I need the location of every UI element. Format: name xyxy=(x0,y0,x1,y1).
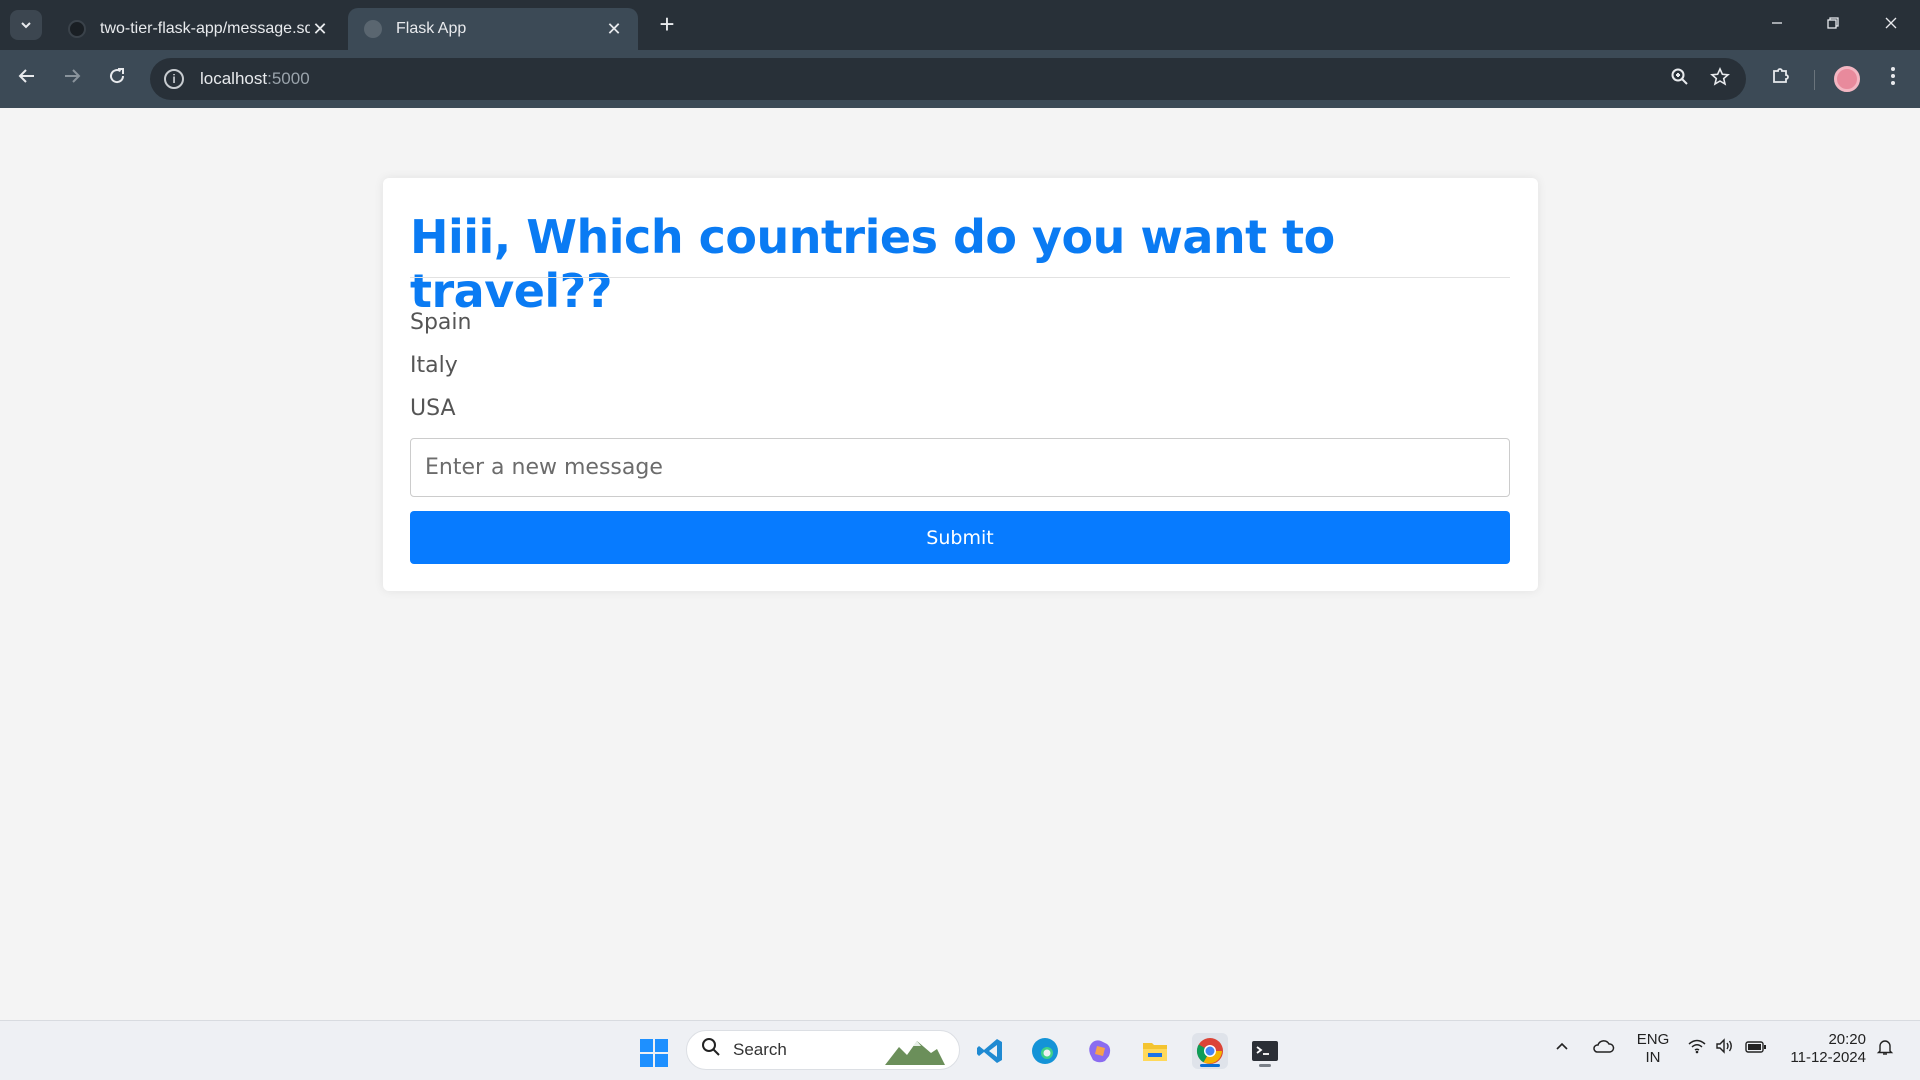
language-label: ENG xyxy=(1636,1031,1670,1048)
mountain-icon xyxy=(885,1041,945,1065)
list-item: Italy xyxy=(410,353,458,378)
close-icon[interactable]: ✕ xyxy=(604,19,624,40)
toolbar-divider xyxy=(1814,70,1815,90)
running-indicator xyxy=(1200,1064,1220,1067)
submit-button[interactable]: Submit xyxy=(410,511,1510,564)
new-message-input[interactable] xyxy=(410,438,1510,497)
profile-avatar[interactable] xyxy=(1834,66,1860,92)
tab-search-button[interactable] xyxy=(10,10,42,40)
more-menu-icon[interactable] xyxy=(1876,62,1910,96)
search-label: Search xyxy=(733,1040,787,1059)
page-title: Hiii, Which countries do you want to tra… xyxy=(410,210,1335,318)
windows-taskbar: Search ENG IN 20:20 11-12-2024 xyxy=(0,1020,1920,1080)
clock[interactable]: 20:20 11-12-2024 xyxy=(1780,1031,1866,1067)
list-item: Spain xyxy=(410,310,472,335)
file-explorer-icon[interactable] xyxy=(1137,1033,1173,1069)
tab-strip: two-tier-flask-app/message.sql ✕ Flask A… xyxy=(0,0,1920,50)
chevron-down-icon xyxy=(21,22,31,29)
close-icon[interactable]: ✕ xyxy=(310,19,330,40)
address-bar[interactable]: i localhost:5000 xyxy=(150,58,1746,100)
github-icon xyxy=(68,20,86,38)
tab-github-message-sql[interactable]: two-tier-flask-app/message.sql ✕ xyxy=(52,8,344,50)
globe-icon xyxy=(364,20,382,38)
message-card: Hiii, Which countries do you want to tra… xyxy=(383,178,1538,591)
clock-time: 20:20 xyxy=(1828,1031,1866,1048)
bookmark-star-icon[interactable] xyxy=(1708,67,1732,91)
window-close-icon[interactable] xyxy=(1868,8,1914,40)
tab-title: Flask App xyxy=(396,20,467,37)
arrow-right-icon xyxy=(65,69,81,83)
zoom-icon[interactable] xyxy=(1668,67,1692,91)
running-indicator xyxy=(1259,1064,1271,1067)
extensions-icon[interactable] xyxy=(1764,62,1798,96)
info-icon[interactable]: i xyxy=(164,69,184,89)
arrow-left-icon xyxy=(18,69,34,83)
volume-icon[interactable] xyxy=(1714,1038,1736,1059)
list-item: USA xyxy=(410,396,456,421)
region-label: IN xyxy=(1645,1049,1661,1066)
vscode-icon[interactable] xyxy=(972,1033,1008,1069)
tab-flask-app[interactable]: Flask App ✕ xyxy=(348,8,638,50)
onedrive-cloud-icon[interactable] xyxy=(1590,1038,1616,1059)
edge-icon[interactable] xyxy=(1027,1033,1063,1069)
reload-button[interactable] xyxy=(100,62,134,96)
forward-button[interactable] xyxy=(55,62,89,96)
notification-bell-icon[interactable] xyxy=(1874,1038,1896,1061)
back-button[interactable] xyxy=(10,62,44,96)
new-tab-button[interactable]: + xyxy=(652,10,682,40)
terminal-icon[interactable] xyxy=(1247,1033,1283,1069)
search-icon xyxy=(701,1037,721,1063)
clock-date: 11-12-2024 xyxy=(1790,1049,1866,1066)
chrome-icon[interactable] xyxy=(1192,1033,1228,1069)
url-text[interactable]: localhost:5000 xyxy=(200,69,310,89)
battery-icon[interactable] xyxy=(1744,1038,1768,1059)
tab-title: two-tier-flask-app/message.sql xyxy=(100,20,310,37)
browser-toolbar: i localhost:5000 xyxy=(0,50,1920,108)
minimize-icon[interactable] xyxy=(1754,8,1800,40)
chevron-up-icon[interactable] xyxy=(1552,1038,1572,1059)
reload-icon xyxy=(110,68,125,84)
restore-icon[interactable] xyxy=(1810,8,1856,40)
taskbar-search[interactable]: Search xyxy=(686,1030,960,1070)
heading-divider xyxy=(410,277,1510,278)
copilot-icon[interactable] xyxy=(1082,1033,1118,1069)
language-indicator[interactable]: ENG IN xyxy=(1636,1031,1670,1067)
wifi-icon[interactable] xyxy=(1686,1038,1708,1059)
windows-start-icon[interactable] xyxy=(640,1039,668,1067)
